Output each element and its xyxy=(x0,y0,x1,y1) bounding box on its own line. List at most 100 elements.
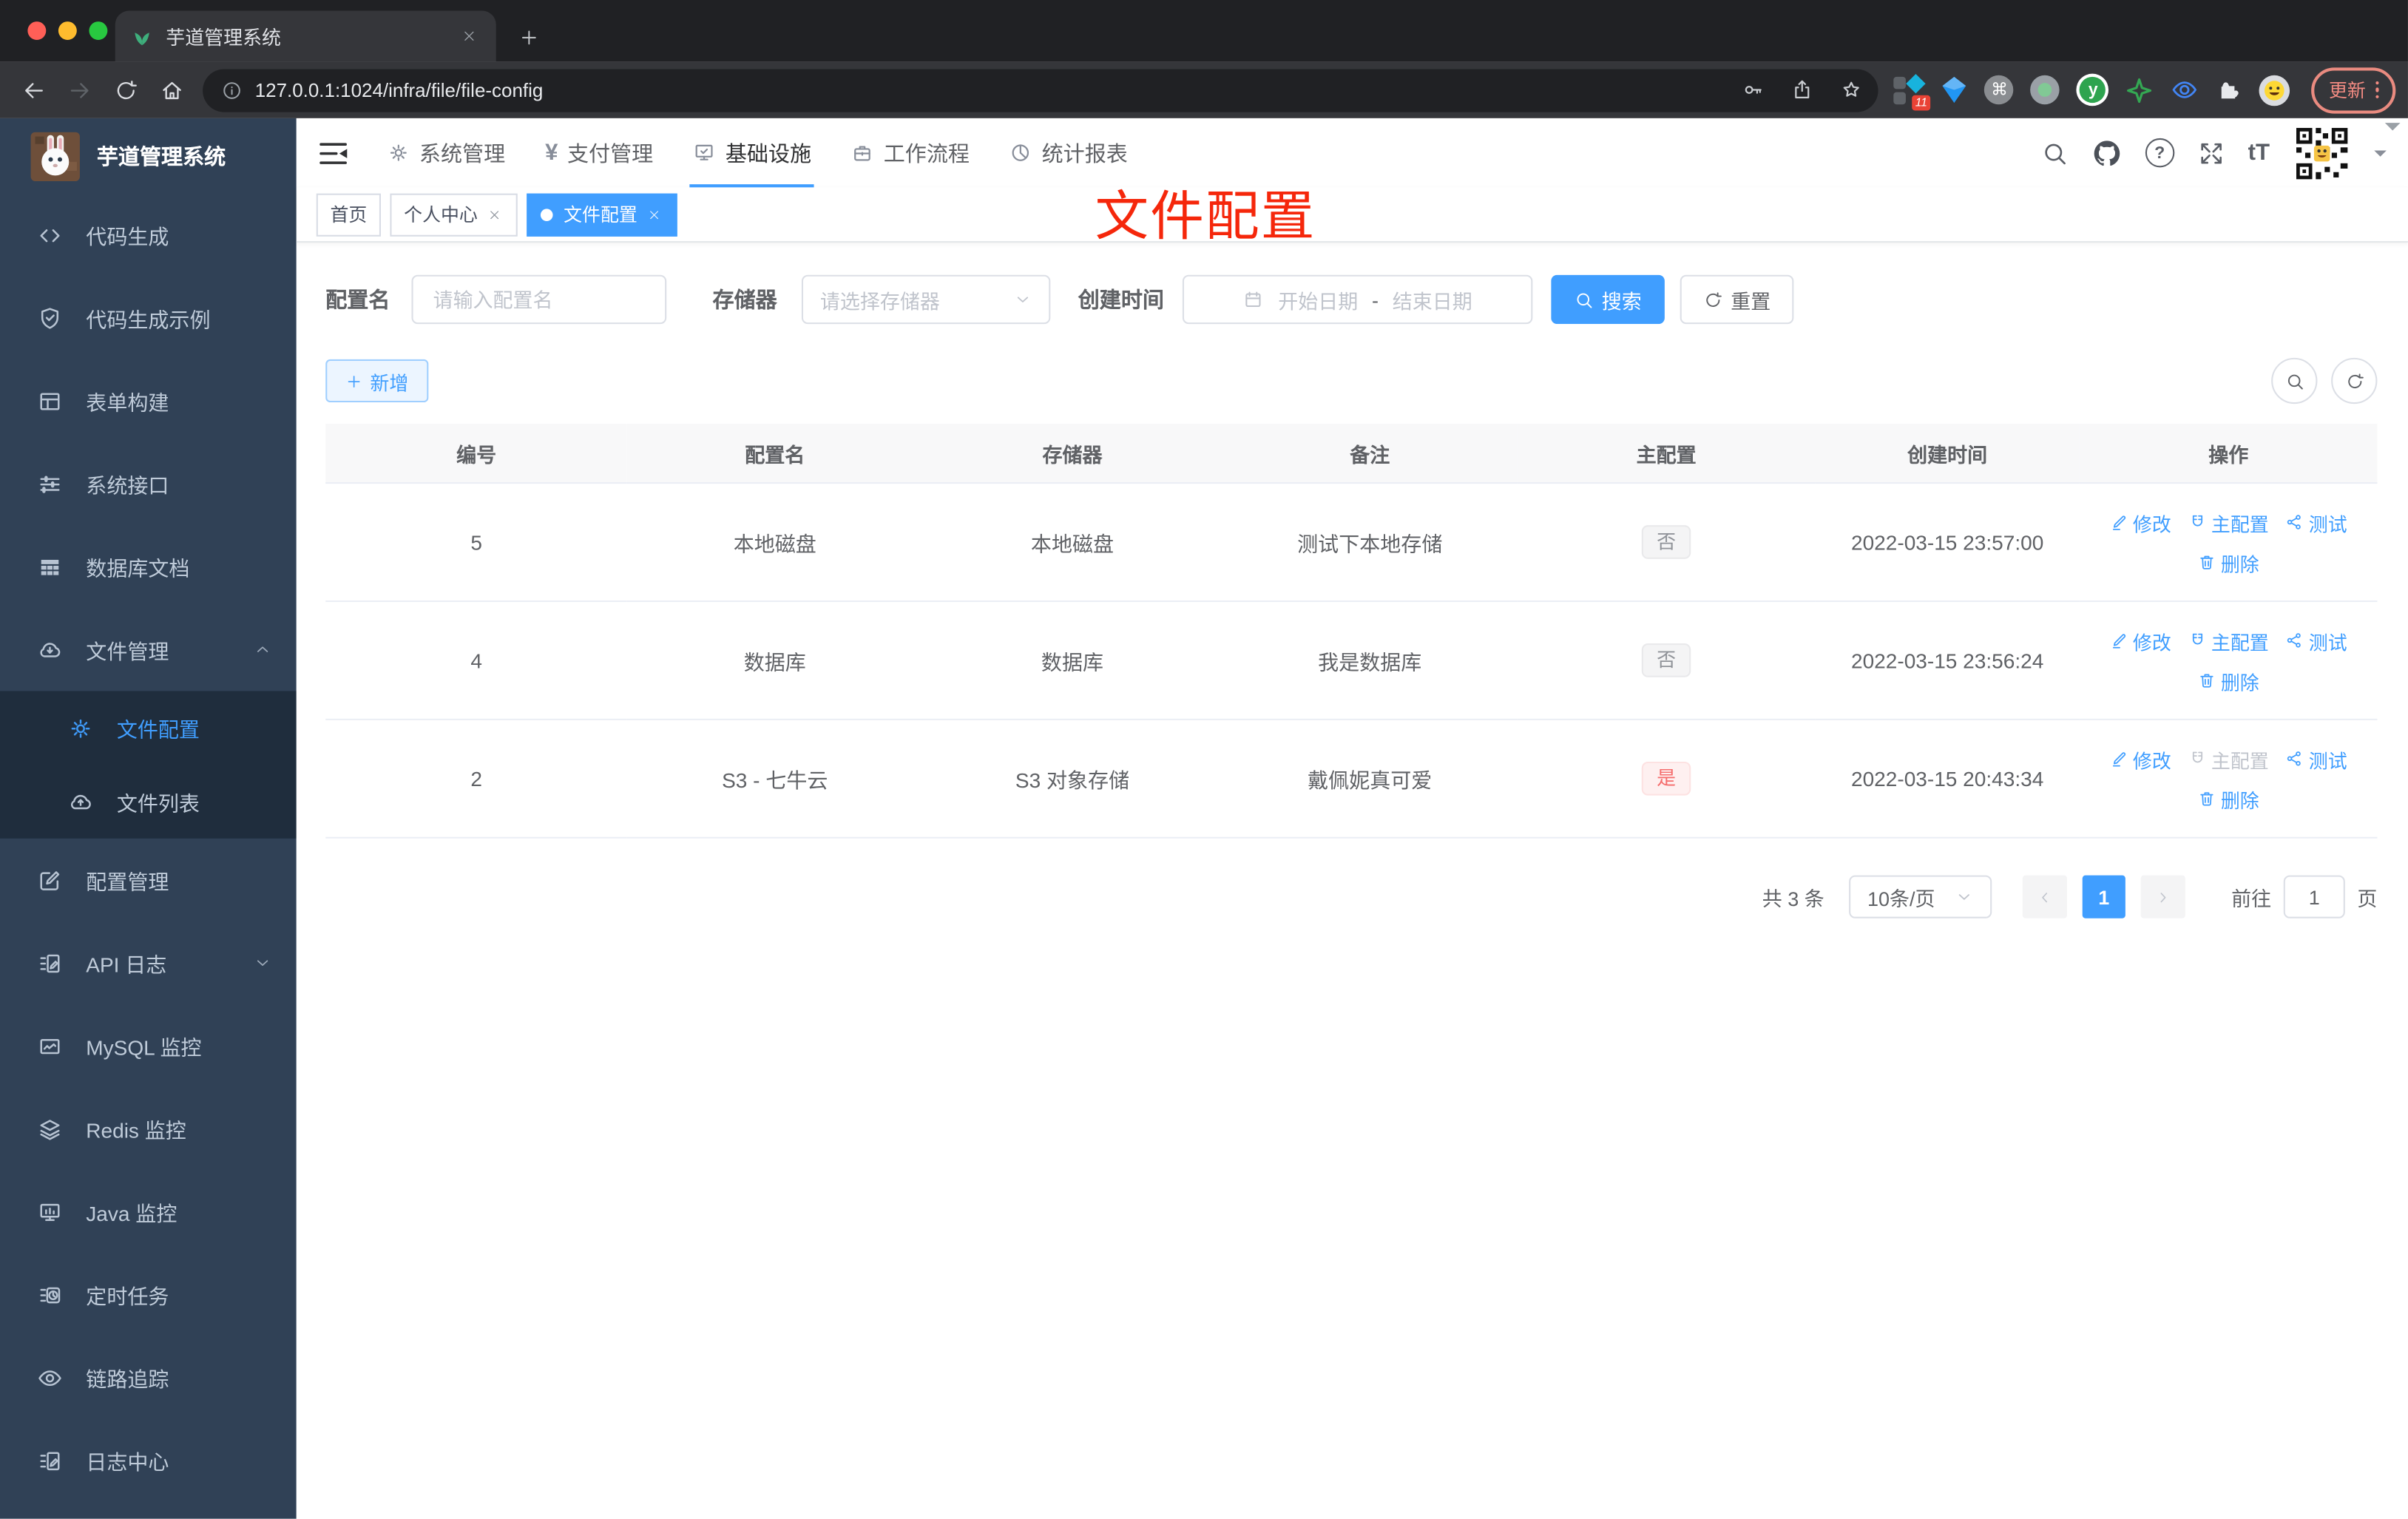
page-size-select[interactable]: 10条/页 xyxy=(1849,875,1992,918)
share-icon[interactable] xyxy=(1784,72,1821,109)
window-controls[interactable] xyxy=(27,21,108,40)
topnav-system-management[interactable]: 系统管理 xyxy=(367,118,525,187)
config-name-input[interactable] xyxy=(430,286,649,313)
create-time-label: 创建时间 xyxy=(1078,287,1164,312)
chevron-down-icon xyxy=(254,954,272,972)
goto-page-input[interactable] xyxy=(2284,884,2344,910)
url-text[interactable]: 127.0.0.1:1024/infra/file/file-config xyxy=(255,79,1722,101)
search-icon[interactable] xyxy=(2040,139,2068,166)
topnav-report[interactable]: 统计报表 xyxy=(990,118,1148,187)
edit-action[interactable]: 修改 xyxy=(2110,744,2171,773)
extension-emoji-icon[interactable] xyxy=(2259,74,2291,106)
sidebar-item-java-monitor[interactable]: Java 监控 xyxy=(0,1170,297,1253)
delete-action[interactable]: 删除 xyxy=(2198,784,2259,813)
reset-button[interactable]: 重置 xyxy=(1680,274,1794,325)
sidebar-item-code-generation[interactable]: 代码生成 xyxy=(0,194,297,277)
next-page-button[interactable] xyxy=(2140,875,2185,918)
app-header: 系统管理 ¥ 支付管理 基础设施 工作流程 统计报表 ? tT xyxy=(297,118,2408,188)
sidebar-item-file-config[interactable]: 文件配置 xyxy=(0,691,297,765)
back-icon[interactable] xyxy=(13,68,55,111)
edit-action[interactable]: 修改 xyxy=(2110,507,2171,536)
browser-menu-icon[interactable] xyxy=(2375,81,2379,99)
browser-toolbar: 127.0.0.1:1024/infra/file/file-config 11… xyxy=(0,61,2408,118)
user-avatar-qr[interactable] xyxy=(2293,124,2352,183)
browser-tab[interactable]: 芋道管理系统 xyxy=(115,10,496,62)
delete-action[interactable]: 删除 xyxy=(2198,666,2259,694)
current-page[interactable]: 1 xyxy=(2082,875,2125,918)
close-window-button[interactable] xyxy=(27,21,47,40)
storage-select[interactable]: 请选择存储器 xyxy=(801,274,1051,325)
extension-y-icon[interactable]: y xyxy=(2077,73,2110,106)
extension-gem-icon[interactable] xyxy=(1942,75,1968,104)
sidebar-item-form-builder[interactable]: 表单构建 xyxy=(0,359,297,442)
table-refresh-button[interactable] xyxy=(2331,357,2378,405)
trash-icon xyxy=(2198,553,2216,572)
sidebar-item-code-gen-example[interactable]: 代码生成示例 xyxy=(0,277,297,359)
sidebar-collapse-icon[interactable] xyxy=(315,135,352,172)
cell-remark: 测试下本地存储 xyxy=(1222,483,1518,602)
cell-created: 2022-03-15 20:43:34 xyxy=(1815,719,2080,839)
delete-action[interactable]: 删除 xyxy=(2198,547,2259,576)
sidebar-item-db-doc[interactable]: 数据库文档 xyxy=(0,525,297,608)
table-search-toggle-button[interactable] xyxy=(2271,357,2318,405)
minimize-window-button[interactable] xyxy=(58,21,77,40)
app-logo-row[interactable]: 芋道管理系统 xyxy=(0,118,297,194)
extension-green-star-icon[interactable] xyxy=(2126,76,2154,104)
forward-icon[interactable] xyxy=(58,68,101,111)
close-icon[interactable] xyxy=(485,205,504,223)
maximize-window-button[interactable] xyxy=(89,21,108,40)
bookmark-star-icon[interactable] xyxy=(1833,72,1870,109)
sidebar-item-redis-monitor[interactable]: Redis 监控 xyxy=(0,1087,297,1170)
master-action[interactable]: 主配置 xyxy=(2188,507,2269,536)
close-icon[interactable] xyxy=(645,205,663,223)
tag-file-config[interactable]: 文件配置 xyxy=(527,192,677,236)
extension-eye-icon[interactable] xyxy=(2171,75,2199,104)
search-button[interactable]: 搜索 xyxy=(1551,274,1665,325)
calendar-icon xyxy=(1243,288,1265,310)
sidebar-item-trace[interactable]: 链路追踪 xyxy=(0,1336,297,1419)
tag-home[interactable]: 首页 xyxy=(316,192,382,236)
sidebar-item-file-management[interactable]: 文件管理 xyxy=(0,608,297,691)
home-icon[interactable] xyxy=(150,68,193,111)
total-count: 共 3 条 xyxy=(1762,887,1824,910)
reload-icon[interactable] xyxy=(104,68,147,111)
test-action[interactable]: 测试 xyxy=(2286,744,2347,773)
cell-id: 5 xyxy=(325,483,628,602)
col-name: 配置名 xyxy=(627,424,923,484)
new-tab-button[interactable] xyxy=(508,17,548,57)
address-bar[interactable]: 127.0.0.1:1024/infra/file/file-config xyxy=(203,68,1879,112)
test-action[interactable]: 测试 xyxy=(2286,507,2347,536)
chevron-down-icon xyxy=(1013,290,1032,308)
sidebar-item-file-list[interactable]: 文件列表 xyxy=(0,765,297,839)
font-size-icon[interactable]: tT xyxy=(2248,140,2270,166)
extension-command-icon[interactable]: ⌘ xyxy=(1984,75,2015,105)
tag-profile[interactable]: 个人中心 xyxy=(390,192,518,236)
user-menu-caret-icon[interactable] xyxy=(2374,149,2387,162)
date-range-picker[interactable]: 开始日期 - 结束日期 xyxy=(1182,274,1533,325)
sidebar-item-system-api[interactable]: 系统接口 xyxy=(0,442,297,525)
briefcase-icon xyxy=(851,141,874,164)
master-action[interactable]: 主配置 xyxy=(2188,626,2269,654)
edit-action[interactable]: 修改 xyxy=(2110,626,2171,654)
sidebar-item-config-management[interactable]: 配置管理 xyxy=(0,839,297,921)
tab-close-icon[interactable] xyxy=(456,24,481,48)
prev-page-button[interactable] xyxy=(2022,875,2067,918)
topnav-payment-management[interactable]: ¥ 支付管理 xyxy=(525,118,673,187)
extensions-puzzle-icon[interactable] xyxy=(2216,77,2242,103)
topnav-workflow[interactable]: 工作流程 xyxy=(831,118,990,187)
fullscreen-icon[interactable] xyxy=(2197,139,2225,166)
extension-password-manager-icon[interactable]: 11 xyxy=(1894,72,1932,110)
site-info-icon[interactable] xyxy=(221,79,243,101)
browser-update-button[interactable]: 更新 xyxy=(2312,67,2396,113)
extension-grey-green-icon[interactable] xyxy=(2031,75,2060,105)
github-icon[interactable] xyxy=(2091,138,2123,169)
sidebar-item-scheduled-task[interactable]: 定时任务 xyxy=(0,1253,297,1336)
test-action[interactable]: 测试 xyxy=(2286,626,2347,654)
topnav-infrastructure[interactable]: 基础设施 xyxy=(673,118,831,188)
add-button[interactable]: 新增 xyxy=(325,359,429,403)
sidebar-item-log-center[interactable]: 日志中心 xyxy=(0,1419,297,1502)
sidebar-item-api-log[interactable]: API 日志 xyxy=(0,921,297,1004)
help-icon[interactable]: ? xyxy=(2145,138,2174,168)
sidebar-item-mysql-monitor[interactable]: MySQL 监控 xyxy=(0,1004,297,1087)
password-key-icon[interactable] xyxy=(1734,72,1771,109)
